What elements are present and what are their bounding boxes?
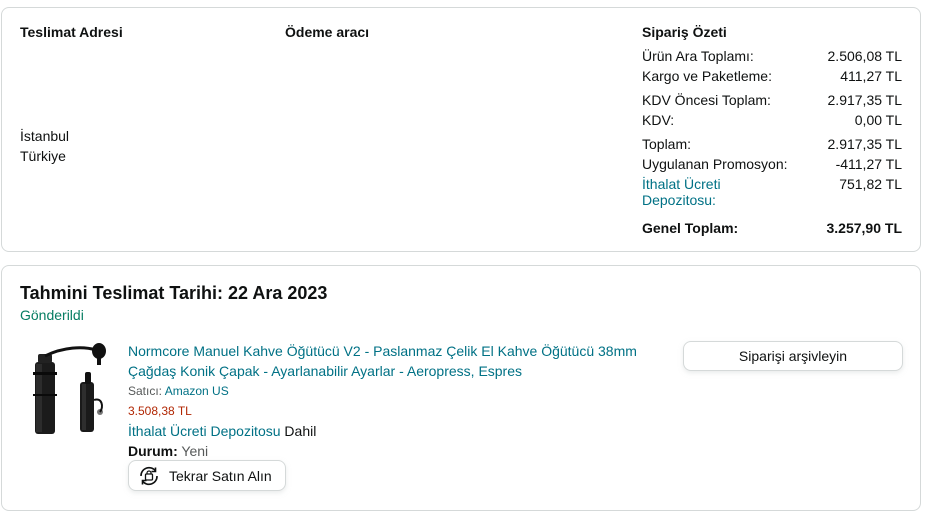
summary-row-grand-total: Genel Toplam: 3.257,90 TL bbox=[642, 220, 902, 240]
condition-line: Durum: Yeni bbox=[128, 443, 208, 459]
summary-row-value: 2.917,35 TL bbox=[827, 92, 902, 108]
summary-row-label: Ürün Ara Toplamı: bbox=[642, 48, 754, 64]
summary-row-promotion: Uygulanan Promosyon: -411,27 TL bbox=[642, 156, 902, 176]
summary-row-value: 751,82 TL bbox=[839, 176, 902, 192]
summary-row-shipping: Kargo ve Paketleme: 411,27 TL bbox=[642, 68, 902, 88]
summary-row-tax: KDV: 0,00 TL bbox=[642, 112, 902, 132]
summary-row-value: -411,27 TL bbox=[835, 156, 902, 172]
summary-row-label: Kargo ve Paketleme: bbox=[642, 68, 772, 84]
import-fee-link[interactable]: İthalat Ücreti Depozitosu bbox=[128, 423, 281, 439]
buy-again-icon bbox=[140, 466, 158, 485]
order-details-card: Teslimat Adresi İstanbul Türkiye Ödeme a… bbox=[1, 7, 921, 252]
summary-row-value: 2.917,35 TL bbox=[827, 136, 902, 152]
summary-row-value: 0,00 TL bbox=[854, 112, 902, 128]
product-price: 3.508,38 TL bbox=[128, 404, 192, 418]
summary-row-before-tax: KDV Öncesi Toplam: 2.917,35 TL bbox=[642, 92, 902, 112]
seller-link[interactable]: Amazon US bbox=[165, 384, 229, 398]
shipment-status: Gönderildi bbox=[20, 307, 84, 323]
grand-total-label: Genel Toplam: bbox=[642, 220, 739, 236]
summary-row-label: Toplam: bbox=[642, 136, 692, 152]
summary-row-subtotal: Ürün Ara Toplamı: 2.506,08 TL bbox=[642, 48, 902, 68]
seller-line: Satıcı: Amazon US bbox=[128, 384, 229, 398]
import-fee-link-line2: Depozitosu: bbox=[642, 192, 716, 208]
import-fee-link-line1: İthalat Ücreti bbox=[642, 176, 721, 192]
summary-row-value: 411,27 TL bbox=[840, 68, 902, 84]
delivery-estimate-heading: Tahmini Teslimat Tarihi: 22 Ara 2023 bbox=[20, 283, 328, 303]
grand-total-value: 3.257,90 TL bbox=[826, 220, 903, 236]
import-fee-included: Dahil bbox=[284, 423, 317, 439]
summary-row-label: KDV Öncesi Toplam: bbox=[642, 92, 771, 108]
condition-label: Durum: bbox=[128, 443, 178, 459]
order-summary-title: Sipariş Özeti bbox=[642, 24, 727, 40]
import-fee-line: İthalat Ücreti Depozitosu Dahil bbox=[128, 423, 316, 439]
summary-row-import-fee: İthalat Ücreti Depozitosu: 751,82 TL bbox=[642, 176, 902, 216]
import-fee-deposit-link[interactable]: İthalat Ücreti Depozitosu: bbox=[642, 176, 721, 208]
summary-row-label: KDV: bbox=[642, 112, 675, 128]
product-title-line2: Çağdaş Konik Çapak - Ayarlanabilir Ayarl… bbox=[128, 363, 523, 379]
summary-row-label: Uygulanan Promosyon: bbox=[642, 156, 788, 172]
summary-row-value: 2.506,08 TL bbox=[827, 48, 902, 64]
buy-again-button[interactable]: Tekrar Satın Alın bbox=[128, 460, 286, 491]
payment-method-title: Ödeme aracı bbox=[285, 24, 370, 40]
product-image[interactable] bbox=[28, 342, 114, 434]
product-title-link[interactable]: Normcore Manuel Kahve Öğütücü V2 - Pasla… bbox=[128, 343, 637, 379]
summary-row-total: Toplam: 2.917,35 TL bbox=[642, 136, 902, 156]
shipping-address-title: Teslimat Adresi bbox=[20, 24, 123, 40]
buy-again-label: Tekrar Satın Alın bbox=[169, 467, 272, 484]
archive-order-button[interactable]: Siparişi arşivleyin bbox=[683, 341, 903, 371]
seller-label: Satıcı: bbox=[128, 384, 163, 398]
product-title-line1: Normcore Manuel Kahve Öğütücü V2 - Pasla… bbox=[128, 343, 637, 359]
address-line-city: İstanbul bbox=[20, 128, 70, 144]
address-line-country: Türkiye bbox=[20, 148, 66, 164]
shipment-card: Tahmini Teslimat Tarihi: 22 Ara 2023 Gön… bbox=[1, 265, 921, 511]
condition-value: Yeni bbox=[181, 443, 209, 459]
